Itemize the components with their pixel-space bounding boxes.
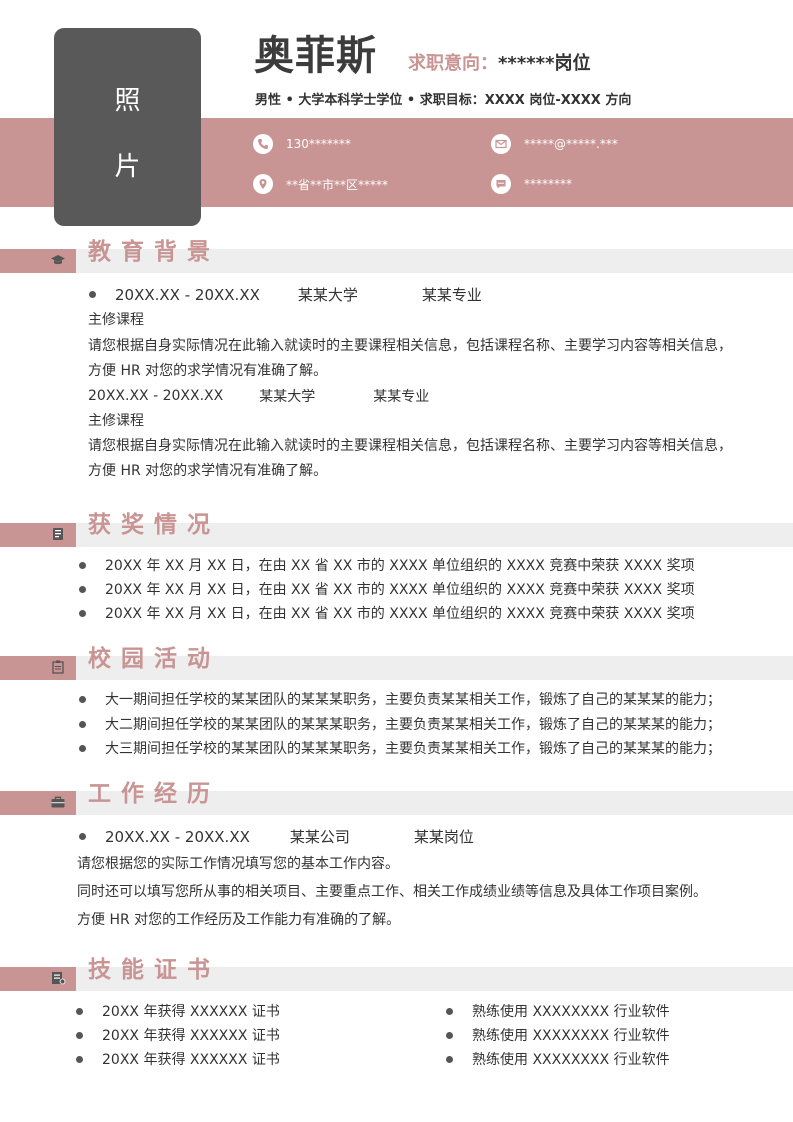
job-intent: 求职意向：******岗位 (408, 50, 590, 78)
awards-list-item: 20XX 年 XX 月 XX 日，在由 XX 省 XX 市的 XXXX 单位组织… (79, 579, 695, 599)
work-company: 某某公司 (289, 828, 350, 846)
work-entry-header: 20XX.XX - 20XX.XX 某某公司 某某岗位 (79, 826, 474, 847)
campus-list-item: 大一期间担任学校的某某团队的某某某职务，主要负责某某相关工作，锻炼了自己的某某某… (79, 689, 721, 709)
skills-list-item: 熟练使用 XXXXXXXX 行业软件 (446, 1001, 670, 1021)
bullet-dot (79, 720, 86, 728)
bullet-dot (76, 1031, 83, 1039)
skills-list-item: 熟练使用 XXXXXXXX 行业软件 (446, 1049, 670, 1069)
bullet-dot (89, 291, 96, 298)
skills-list-item: 20XX 年获得 XXXXXX 证书 (76, 1025, 280, 1045)
education-entry-1-header: 20XX.XX - 20XX.XX 某某大学 某某专业 (89, 284, 482, 305)
work-desc-line: 请您根据您的实际工作情况填写您的基本工作内容。 (77, 856, 399, 872)
award-icon (50, 526, 66, 542)
education-desc-line: 请您根据自身实际情况在此输入就读时的主要课程相关信息，包括课程名称、主要学习内容… (88, 438, 732, 454)
education-desc-line: 方便 HR 对您的求学情况有准确了解。 (88, 463, 328, 479)
bullet-dot (76, 1007, 83, 1015)
contact-phone: 130******* (253, 134, 351, 154)
bullet-dot (79, 609, 86, 617)
awards-section-title: 获奖情况 (88, 512, 220, 538)
phone-icon (253, 134, 273, 154)
education-desc-line: 请您根据自身实际情况在此输入就读时的主要课程相关信息，包括课程名称、主要学习内容… (88, 338, 732, 354)
education-course-label: 主修课程 (88, 413, 144, 429)
email-value: *****@*****.*** (524, 137, 618, 151)
graduation-cap-icon (50, 252, 66, 268)
award-text: 20XX 年 XX 月 XX 日，在由 XX 省 XX 市的 XXXX 单位组织… (105, 606, 695, 622)
bullet-dot (79, 695, 86, 703)
mail-icon (491, 134, 511, 154)
wechat-value: ******** (524, 177, 572, 191)
bullet-dot (79, 561, 86, 569)
bullet-dot (446, 1031, 453, 1039)
skill-text: 熟练使用 XXXXXXXX 行业软件 (472, 1028, 670, 1044)
candidate-name: 奥菲斯 (254, 33, 377, 79)
work-position: 某某岗位 (413, 828, 474, 846)
candidate-meta: 男性 • 大学本科学士学位 • 求职目标：XXXX 岗位-XXXX 方向 (255, 93, 632, 108)
phone-value: 130******* (286, 137, 351, 151)
campus-list-item: 大三期间担任学校的某某团队的某某某职务，主要负责某某相关工作，锻炼了自己的某某某… (79, 738, 721, 758)
contact-wechat: ******** (491, 174, 572, 194)
bullet-dot (79, 833, 86, 840)
education-entry-2-header: 20XX.XX - 20XX.XX 某某大学 某某专业 (88, 386, 429, 406)
bullet-dot (79, 744, 86, 752)
awards-list-item: 20XX 年 XX 月 XX 日，在由 XX 省 XX 市的 XXXX 单位组织… (79, 603, 695, 623)
skills-list-item: 20XX 年获得 XXXXXX 证书 (76, 1049, 280, 1069)
education-school: 某某大学 (297, 286, 358, 304)
award-text: 20XX 年 XX 月 XX 日，在由 XX 省 XX 市的 XXXX 单位组织… (105, 558, 695, 574)
education-desc-line: 方便 HR 对您的求学情况有准确了解。 (88, 363, 328, 379)
awards-list-item: 20XX 年 XX 月 XX 日，在由 XX 省 XX 市的 XXXX 单位组织… (79, 555, 695, 575)
location-icon (253, 174, 273, 194)
address-value: **省**市**区***** (286, 177, 389, 192)
job-intent-value: ******岗位 (498, 53, 591, 74)
skills-list-item: 20XX 年获得 XXXXXX 证书 (76, 1001, 280, 1021)
education-period: 20XX.XX - 20XX.XX (88, 388, 224, 404)
skills-section-title: 技能证书 (88, 957, 220, 983)
work-period: 20XX.XX - 20XX.XX (105, 827, 250, 846)
certificate-icon (50, 970, 66, 986)
chat-icon (491, 174, 511, 194)
bullet-dot (76, 1055, 83, 1063)
campus-text: 大一期间担任学校的某某团队的某某某职务，主要负责某某相关工作，锻炼了自己的某某某… (105, 692, 721, 708)
job-intent-label: 求职意向： (408, 53, 498, 74)
skill-text: 熟练使用 XXXXXXXX 行业软件 (472, 1052, 670, 1068)
work-section-title: 工作经历 (88, 781, 220, 807)
photo-placeholder[interactable]: 照 片 (54, 28, 201, 226)
campus-list-item: 大二期间担任学校的某某团队的某某某职务，主要负责某某相关工作，锻炼了自己的某某某… (79, 714, 721, 734)
education-major: 某某专业 (373, 389, 430, 405)
campus-text: 大三期间担任学校的某某团队的某某某职务，主要负责某某相关工作，锻炼了自己的某某某… (105, 741, 721, 757)
bullet-dot (446, 1055, 453, 1063)
photo-char-2: 片 (114, 152, 141, 182)
photo-char-1: 照 (114, 86, 141, 116)
education-course-label: 主修课程 (88, 312, 144, 328)
skills-list-item: 熟练使用 XXXXXXXX 行业软件 (446, 1025, 670, 1045)
contact-address: **省**市**区***** (253, 174, 388, 194)
education-period: 20XX.XX - 20XX.XX (115, 285, 260, 304)
campus-text: 大二期间担任学校的某某团队的某某某职务，主要负责某某相关工作，锻炼了自己的某某某… (105, 717, 721, 733)
education-major: 某某专业 (421, 286, 482, 304)
contact-email: *****@*****.*** (491, 134, 618, 154)
skill-text: 20XX 年获得 XXXXXX 证书 (102, 1028, 280, 1044)
skill-text: 20XX 年获得 XXXXXX 证书 (102, 1004, 280, 1020)
work-desc-line: 同时还可以填写您所从事的相关项目、主要重点工作、相关工作成绩业绩等信息及具体工作… (77, 884, 707, 900)
campus-section-title: 校园活动 (88, 646, 220, 672)
briefcase-icon (50, 794, 66, 810)
education-school: 某某大学 (259, 389, 316, 405)
skill-text: 20XX 年获得 XXXXXX 证书 (102, 1052, 280, 1068)
clipboard-icon (50, 659, 66, 675)
skill-text: 熟练使用 XXXXXXXX 行业软件 (472, 1004, 670, 1020)
award-text: 20XX 年 XX 月 XX 日，在由 XX 省 XX 市的 XXXX 单位组织… (105, 582, 695, 598)
work-desc-line: 方便 HR 对您的工作经历及工作能力有准确的了解。 (77, 912, 401, 928)
education-section-title: 教育背景 (88, 239, 220, 265)
bullet-dot (79, 585, 86, 593)
bullet-dot (446, 1007, 453, 1015)
